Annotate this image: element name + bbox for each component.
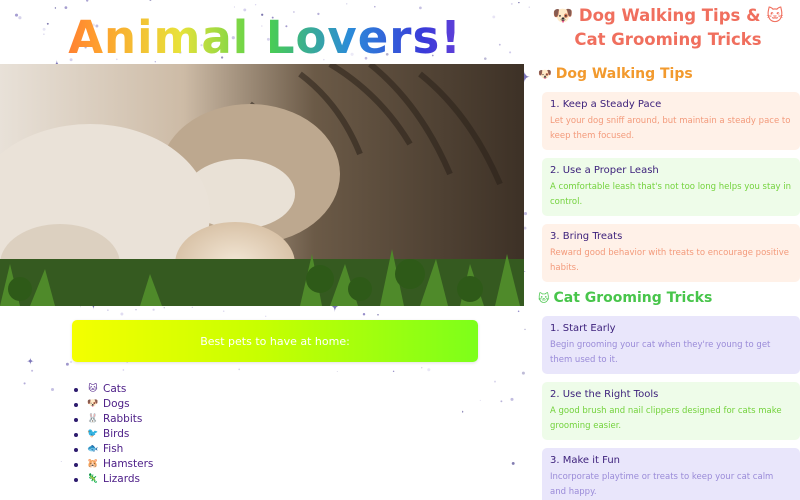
list-item-fish: 🐟 Fish [74,442,462,457]
tip-card: 3. Make it Fun Incorporate playtime or t… [542,448,800,500]
sparkle-dot [23,382,26,385]
dog-face-icon: 🐶 [87,399,99,409]
main-column: Animal Lovers! Best pets to have at home… [0,0,530,500]
sparkle-dot [254,4,257,6]
pet-label: Dogs [103,398,130,410]
pet-label: Hamsters [103,458,154,470]
lizard-icon: 🦎 [87,474,99,484]
bullet [74,477,78,482]
tip-description: A good brush and nail clippers designed … [550,406,782,431]
sparkle-dot [479,399,481,401]
tip-description: Begin grooming your cat when they're you… [550,340,771,365]
tip-title: 2. Use a Proper Leash [550,165,659,176]
dog-face-icon: 🐶 [538,67,552,81]
pet-label: Cats [103,383,127,395]
list-item-cats: 🐱 Cats [74,382,462,397]
tips-sidebar: 🐶 Dog Walking Tips & 🐱 Cat Grooming Tric… [530,0,800,500]
bird-icon: 🐦 [87,429,99,439]
list-item-rabbits: 🐰 Rabbits [74,412,462,427]
bullet [74,417,78,422]
sparkle-dot [65,362,69,366]
sparkle-dot [69,360,73,364]
pets-banner-text: Best pets to have at home: [200,334,350,348]
list-item-dogs: 🐶 Dogs [74,397,462,412]
sparkle-dot [517,310,520,313]
sparkle-dot [107,309,109,311]
tip-description: Reward good behavior with treats to enco… [550,248,790,273]
bullet [74,432,78,437]
pet-label: Rabbits [103,413,143,425]
sparkle-dot [135,309,137,311]
sparkle-dot [521,371,525,375]
tip-description: Let your dog sniff around, but maintain … [550,116,791,141]
sparkle-dot [362,312,366,316]
tip-card: 1. Keep a Steady Pace Let your dog sniff… [542,92,800,150]
bullet [74,447,78,452]
tip-title: 1. Start Early [550,323,616,334]
pet-label: Birds [103,428,130,440]
list-item-lizards: 🦎 Lizards [74,472,462,487]
sparkle-dot [427,368,431,372]
sparkle-dot [377,314,379,316]
sparkle-dot [524,328,526,331]
tip-card: 1. Start Early Begin grooming your cat w… [542,316,800,374]
sparkle-dot [238,368,241,371]
sparkle-dot [346,3,348,5]
cat-grooming-heading: 🐱 Cat Grooming Tricks [538,290,800,306]
sparkle-dot [511,461,515,465]
pets-banner: Best pets to have at home: [72,320,478,362]
cat-grooming-heading-text: Cat Grooming Tricks [553,290,713,306]
bullet [74,402,78,407]
fish-icon: 🐟 [87,444,99,454]
sidebar-title: 🐶 Dog Walking Tips & 🐱 Cat Grooming Tric… [552,6,784,49]
pets-list-box: 🐱 Cats 🐶 Dogs 🐰 Rabbits 🐦 Birds 🐟 Fish 🐹 Hamst… [62,372,462,500]
tip-description: A comfortable leash that's not too long … [550,182,792,207]
sparkle-dot [120,312,124,316]
sparkle-dot [421,367,423,369]
sparkle-dot [86,0,89,2]
pet-label: Lizards [103,473,140,485]
sparkle-dot [152,308,155,311]
sparkle-dot [518,1,520,4]
tip-title: 3. Make it Fun [550,455,620,466]
list-item-birds: 🐦 Birds [74,427,462,442]
bullet [74,462,78,467]
list-item-hamsters: 🐹 Hamsters [74,457,462,472]
sparkle-dot [510,2,513,5]
page-title: Animal Lovers! [0,8,530,68]
tip-title: 1. Keep a Steady Pace [550,99,662,110]
sparkle-dot [265,315,267,317]
sparkle-dot [191,306,193,308]
sparkle-dot [510,397,514,401]
sparkle-dot [500,400,503,403]
pets-list: 🐱 Cats 🐶 Dogs 🐰 Rabbits 🐦 Birds 🐟 Fish 🐹 Hamst… [62,372,462,487]
cat-face-icon: 🐱 [88,384,98,394]
tip-card: 2. Use the Right Tools A good brush and … [542,382,800,440]
sparkle-dot [31,369,34,372]
sparkle-dot [50,387,55,392]
tip-title: 2. Use the Right Tools [550,389,659,400]
sparkle-dot [523,212,528,216]
dog-walking-heading-text: Dog Walking Tips [555,66,693,82]
dog-walking-heading: 🐶 Dog Walking Tips [538,66,800,82]
sparkle-star-icon [26,357,34,365]
sparkle-dot [494,380,496,383]
pet-label: Fish [103,443,124,455]
tip-description: Incorporate playtime or treats to keep y… [550,472,774,497]
tip-card: 2. Use a Proper Leash A comfortable leas… [542,158,800,216]
tip-title: 3. Bring Treats [550,231,623,242]
cat-face-icon: 🐱 [538,291,550,305]
hero-image-cat-and-dog [0,64,524,306]
sparkle-dot [222,310,225,312]
sparkle-dot [163,307,165,309]
sparkle-dot [122,369,125,371]
rabbit-face-icon: 🐰 [87,414,99,424]
bullet [74,387,78,392]
tip-card: 3. Bring Treats Reward good behavior wit… [542,224,800,282]
hamster-face-icon: 🐹 [87,459,99,469]
sparkle-dot [149,0,152,1]
